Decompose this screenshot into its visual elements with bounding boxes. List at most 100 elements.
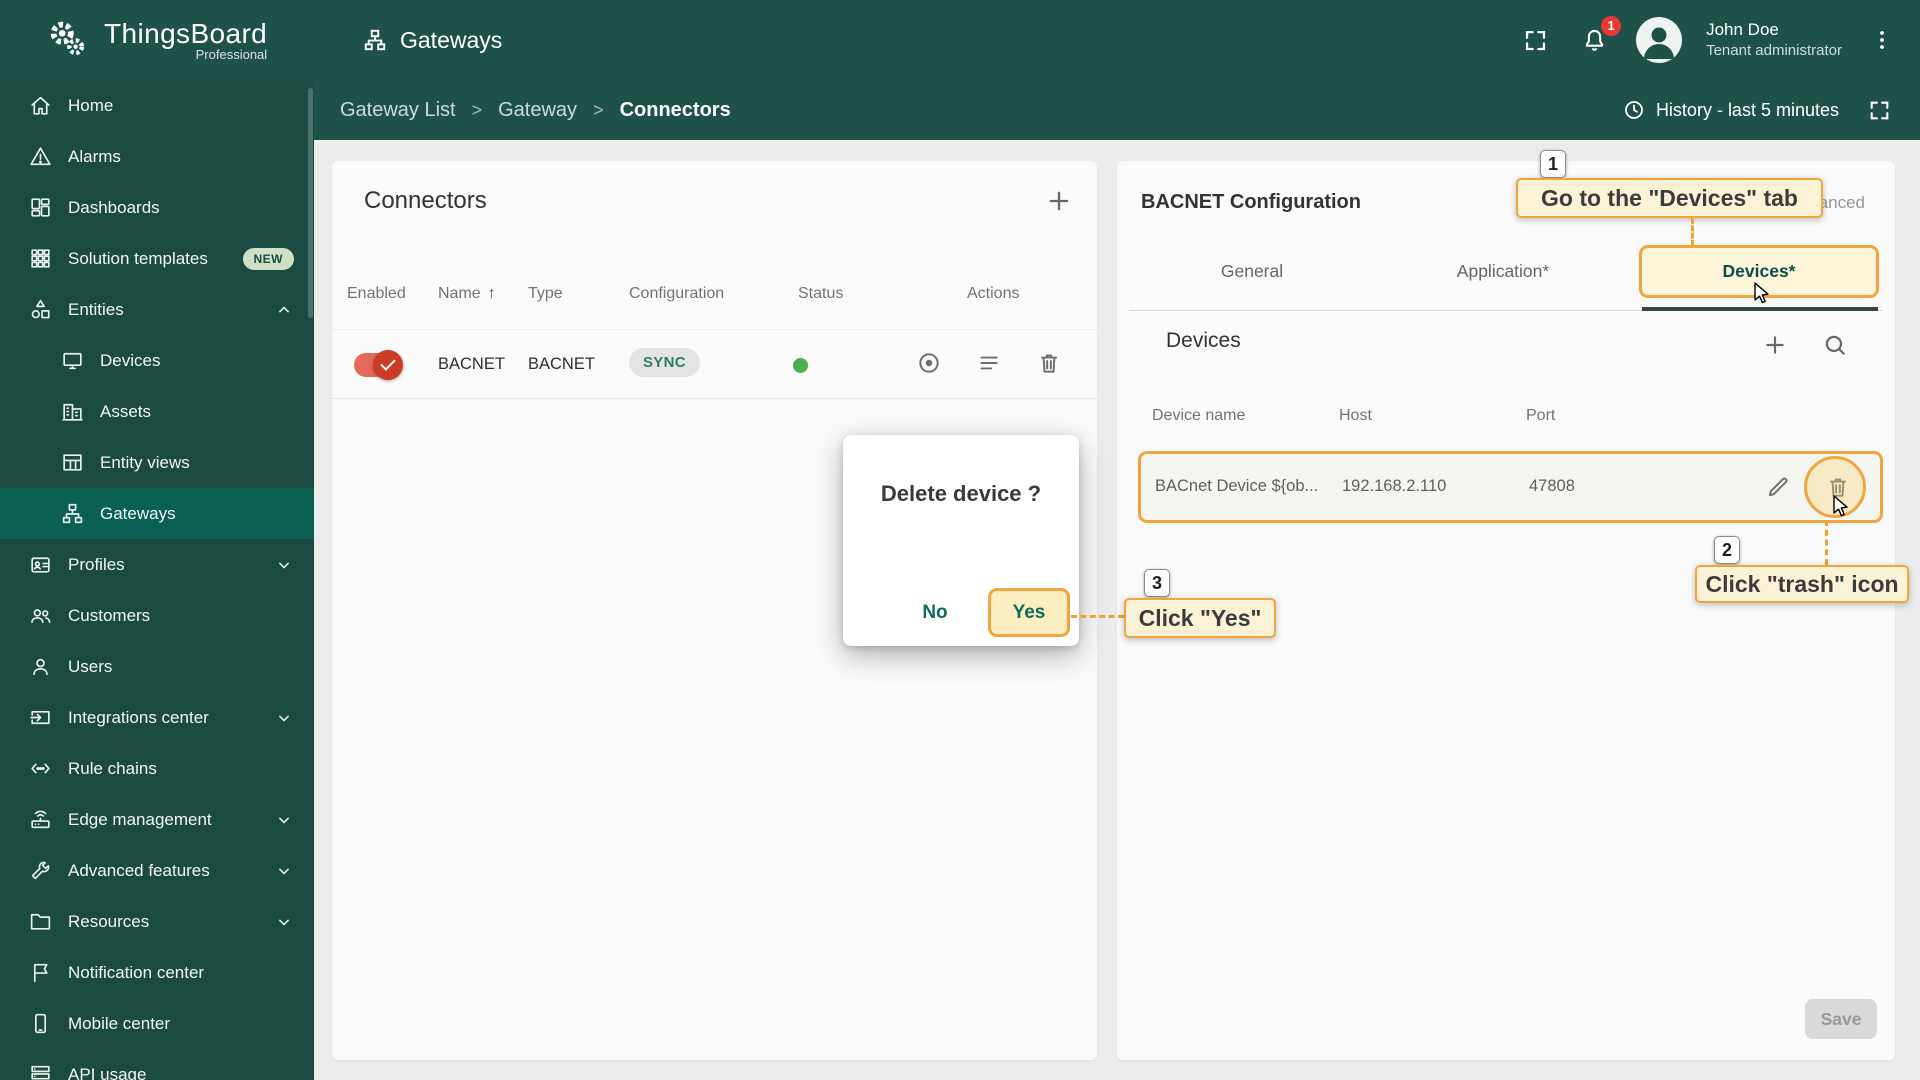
notification-flag-icon: [28, 960, 53, 985]
user-name: John Doe: [1706, 20, 1779, 40]
connector-logs-icon[interactable]: [976, 350, 1002, 376]
user-info[interactable]: John Doe Tenant administrator: [1706, 19, 1842, 61]
column-actions: Actions: [967, 285, 1020, 302]
connector-delete-icon[interactable]: [1036, 350, 1062, 376]
breadcrumb-bar: Gateway List > Gateway > Connectors Hist…: [314, 80, 1920, 140]
sidebar-item-label: Devices: [100, 350, 161, 370]
step2-connector-line: [1825, 520, 1828, 565]
connectors-title: Connectors: [364, 187, 487, 214]
sidebar-item-customers[interactable]: Customers: [0, 590, 314, 641]
chevron-down-icon: [274, 810, 294, 830]
column-type: Type: [528, 285, 563, 302]
connector-type: BACNET: [528, 355, 595, 373]
step3-connector-line: [1071, 615, 1124, 618]
user-avatar[interactable]: [1636, 17, 1683, 63]
sidebar-item-assets[interactable]: Assets: [0, 386, 314, 437]
column-name-sort[interactable]: Name ↑: [438, 285, 496, 303]
breadcrumb-gateway[interactable]: Gateway: [498, 99, 577, 122]
tab-devices[interactable]: Devices*: [1723, 261, 1796, 282]
sidebar-item-edge-management[interactable]: Edge management: [0, 794, 314, 845]
solution-templates-icon: [28, 246, 53, 271]
save-button[interactable]: Save: [1805, 999, 1877, 1039]
device-table-row[interactable]: BACnet Device ${ob... 192.168.2.110 4780…: [1138, 451, 1883, 523]
step3-number-badge: 3: [1144, 569, 1170, 597]
tab-general[interactable]: General: [1221, 261, 1283, 282]
breadcrumb-gateway-list[interactable]: Gateway List: [340, 99, 456, 122]
step1-connector-line: [1691, 218, 1694, 246]
sidebar-item-solution-templates[interactable]: Solution templates NEW: [0, 233, 314, 284]
connector-rpc-icon[interactable]: [916, 350, 942, 376]
devices-section-title: Devices: [1166, 329, 1241, 352]
sidebar-item-resources[interactable]: Resources: [0, 896, 314, 947]
resources-folder-icon: [28, 909, 53, 934]
sidebar-item-dashboards[interactable]: Dashboards: [0, 182, 314, 233]
sidebar-item-label: Entity views: [100, 452, 190, 472]
sidebar-item-advanced-features[interactable]: Advanced features: [0, 845, 314, 896]
kebab-menu-button[interactable]: [1866, 23, 1898, 57]
edit-device-pencil-icon[interactable]: [1765, 474, 1791, 500]
connector-name: BACNET: [438, 355, 505, 373]
page-title: Gateways: [362, 27, 502, 54]
connector-configuration-chip[interactable]: SYNC: [629, 348, 700, 377]
devices-icon: [60, 348, 85, 373]
connector-table-row[interactable]: BACNET BACNET SYNC: [332, 329, 1097, 399]
step2-number-badge: 2: [1714, 536, 1740, 564]
expand-fullscreen-button[interactable]: [1863, 94, 1896, 127]
sidebar-item-entity-views[interactable]: Entity views: [0, 437, 314, 488]
sidebar-item-api-usage[interactable]: API usage: [0, 1049, 314, 1080]
breadcrumb-connectors: Connectors: [619, 98, 731, 121]
tab-application[interactable]: Application*: [1457, 261, 1549, 282]
column-enabled: Enabled: [347, 285, 406, 302]
profiles-icon: [28, 552, 53, 577]
sidebar-item-profiles[interactable]: Profiles: [0, 539, 314, 590]
sidebar-item-notification-center[interactable]: Notification center: [0, 947, 314, 998]
connector-status-dot: [793, 358, 808, 373]
sidebar-item-alarms[interactable]: Alarms: [0, 131, 314, 182]
sidebar-item-label: Resources: [68, 911, 150, 931]
sidebar-item-users[interactable]: Users: [0, 641, 314, 692]
top-bar: ThingsBoard Professional Gateways 1 John…: [0, 0, 1920, 80]
sidebar-item-entities[interactable]: Entities: [0, 284, 314, 335]
search-device-button[interactable]: [1822, 332, 1848, 358]
breadcrumb-separator: >: [593, 99, 604, 120]
brand-logo[interactable]: ThingsBoard Professional: [0, 17, 314, 63]
notification-count-badge: 1: [1601, 15, 1622, 36]
notifications-bell-button[interactable]: 1: [1577, 15, 1622, 58]
sidebar-item-integrations-center[interactable]: Integrations center: [0, 692, 314, 743]
history-range[interactable]: History - last 5 minutes: [1622, 98, 1839, 122]
gateways-icon: [362, 27, 388, 53]
device-name-cell: BACnet Device ${ob...: [1155, 477, 1319, 495]
brand-title: ThingsBoard: [104, 17, 268, 49]
add-connector-button[interactable]: [1045, 187, 1073, 215]
fullscreen-button[interactable]: [1518, 23, 1553, 58]
chevron-up-icon: [274, 300, 294, 320]
dashboards-icon: [28, 195, 53, 220]
sidebar-item-label: Advanced features: [68, 860, 210, 880]
connector-enabled-toggle[interactable]: [354, 350, 403, 380]
sidebar-item-label: Mobile center: [68, 1013, 171, 1033]
sidebar-item-label: Gateways: [100, 503, 176, 523]
sidebar-item-home[interactable]: Home: [0, 80, 314, 131]
sidebar-item-rule-chains[interactable]: Rule chains: [0, 743, 314, 794]
dialog-yes-button[interactable]: Yes: [988, 588, 1070, 637]
chevron-down-icon: [274, 912, 294, 932]
sidebar-item-mobile-center[interactable]: Mobile center: [0, 998, 314, 1049]
sidebar-item-devices[interactable]: Devices: [0, 335, 314, 386]
sidebar-scrollbar[interactable]: [308, 88, 313, 318]
home-icon: [28, 93, 53, 118]
configuration-title: BACNET Configuration: [1141, 191, 1361, 213]
sidebar-item-label: Notification center: [68, 962, 205, 982]
breadcrumb: Gateway List > Gateway > Connectors: [340, 99, 731, 122]
sidebar-item-gateways[interactable]: Gateways: [0, 488, 314, 539]
alarm-warning-icon: [28, 144, 53, 169]
column-device-name: Device name: [1152, 407, 1246, 424]
breadcrumb-separator: >: [471, 99, 483, 120]
dialog-title: Delete device ?: [880, 481, 1042, 506]
edge-management-icon: [28, 807, 53, 832]
user-role: Tenant administrator: [1706, 42, 1842, 60]
sidebar-item-label: Assets: [100, 401, 152, 421]
dialog-no-button[interactable]: No: [905, 593, 965, 633]
add-device-button[interactable]: [1762, 332, 1788, 358]
step1-cursor-icon: [1750, 281, 1774, 307]
rule-chains-icon: [28, 756, 53, 781]
